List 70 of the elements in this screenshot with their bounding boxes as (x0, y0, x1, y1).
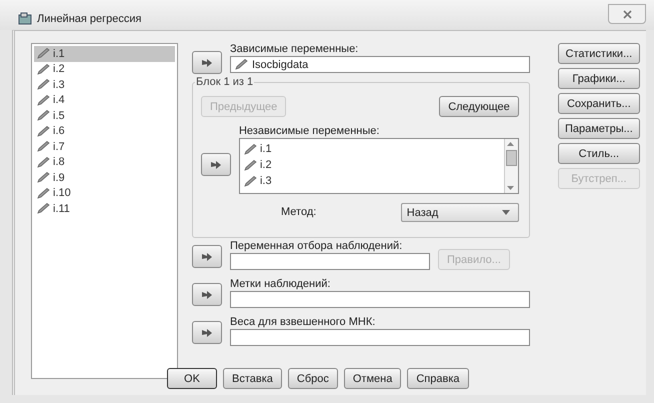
dialog-button[interactable]: Сохранить... (558, 93, 640, 114)
block-title: Блок 1 из 1 (194, 76, 254, 88)
field-label: Зависимые переменные: (230, 43, 360, 56)
list-item[interactable]: i.2 (244, 157, 500, 173)
input-field[interactable] (230, 253, 430, 270)
variable-item[interactable]: i.7 (34, 139, 175, 154)
arrow-icon (210, 160, 222, 170)
next-button[interactable]: Следующее (439, 96, 519, 117)
variable-icon (37, 110, 50, 122)
list-item[interactable]: i.1 (244, 141, 500, 157)
dialog-button[interactable]: OK (167, 368, 217, 389)
variable-icon (37, 203, 50, 214)
dialog-button[interactable]: Сброс (288, 368, 338, 389)
variable-icon (244, 144, 257, 154)
variable-icon (244, 160, 257, 170)
input-field[interactable] (230, 291, 530, 308)
field-label: Веса для взвешенного МНК: (230, 316, 376, 329)
variable-item[interactable]: i.3 (34, 77, 175, 92)
move-button[interactable] (200, 153, 231, 176)
dialog-button[interactable]: Параметры... (558, 118, 640, 139)
variable-icon (37, 126, 50, 137)
arrow-icon (200, 290, 213, 300)
variable-icon (234, 59, 248, 70)
dialog-button[interactable]: Стиль... (558, 143, 640, 164)
field-label: Независимые переменные: (238, 125, 380, 138)
dialog-button[interactable]: Справка (407, 368, 468, 389)
variable-item[interactable]: i.1 (34, 46, 175, 62)
arrow-icon (200, 252, 213, 262)
dialog-button[interactable]: Отмена (344, 368, 402, 389)
dialog-button[interactable]: Вставка (223, 368, 282, 389)
variable-item[interactable]: i.9 (34, 170, 175, 186)
scrollbar[interactable] (504, 139, 518, 193)
variable-icon (244, 176, 257, 186)
variable-item[interactable]: i.6 (34, 124, 175, 139)
input-field[interactable]: Isocbigdata (230, 56, 530, 73)
variable-item[interactable]: i.11 (34, 201, 175, 216)
caret-icon (502, 210, 510, 215)
dialog-button[interactable]: Статистики... (558, 43, 640, 64)
close-button[interactable] (608, 4, 646, 24)
variable-item[interactable]: i.4 (34, 92, 175, 108)
move-button[interactable] (192, 245, 222, 268)
variable-icon (37, 94, 50, 106)
variable-icon (37, 156, 50, 168)
variable-icon (37, 64, 50, 75)
move-button[interactable] (192, 51, 222, 74)
move-button[interactable] (192, 321, 222, 344)
variable-icon (37, 48, 50, 60)
field-label: Метки наблюдений: (230, 278, 332, 291)
list-box[interactable]: i.1 i.2 i.3 (238, 138, 519, 194)
variable-item[interactable]: i.8 (34, 154, 175, 170)
arrow-icon (200, 58, 213, 68)
dialog-button[interactable]: Графики... (558, 68, 640, 89)
variable-icon (37, 188, 50, 199)
field-label: Переменная отбора наблюдений: (230, 240, 404, 253)
window-icon (18, 12, 32, 25)
variable-item[interactable]: i.5 (34, 108, 175, 124)
input-field[interactable] (230, 329, 530, 346)
list-item[interactable]: i.3 (244, 173, 500, 189)
window-title: Линейная регрессия (37, 12, 142, 24)
variable-item[interactable]: i.10 (34, 186, 175, 201)
arrow-icon (200, 328, 213, 338)
variable-list[interactable]: i.1 i.2 i.3 i.4 i.5 i.6 i.7 i.8 i.9 i.10 i.11 (31, 43, 178, 379)
method-dropdown[interactable]: Назад (400, 203, 519, 222)
move-button[interactable] (192, 283, 222, 306)
variable-icon (37, 79, 50, 90)
variable-icon (37, 172, 50, 184)
close-icon (622, 10, 632, 18)
method-label: Метод: (280, 206, 316, 219)
variable-icon (37, 141, 50, 152)
variable-item[interactable]: i.2 (34, 62, 175, 77)
